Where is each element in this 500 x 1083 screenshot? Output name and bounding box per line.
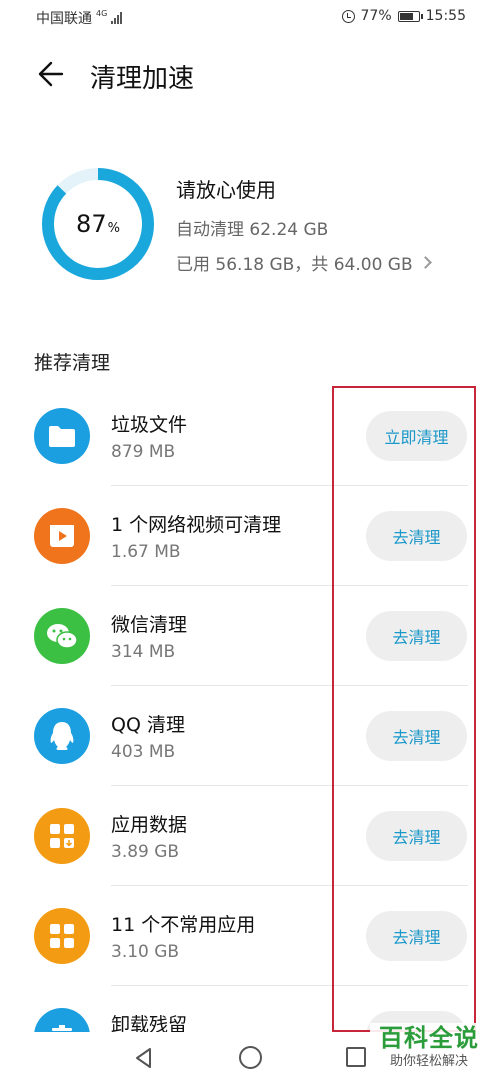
header: 清理加速 bbox=[0, 50, 500, 98]
clean-button[interactable]: 去清理 bbox=[366, 711, 467, 761]
item-size: 3.10 GB bbox=[111, 942, 180, 962]
triangle-back-icon bbox=[136, 1048, 151, 1068]
status-bar: 中国联通 4G 77% 15:55 bbox=[0, 0, 500, 34]
clean-button[interactable]: 去清理 bbox=[366, 811, 467, 861]
item-name: 11 个不常用应用 bbox=[111, 914, 256, 936]
clean-button[interactable]: 去清理 bbox=[366, 911, 467, 961]
arrow-left-icon bbox=[38, 61, 64, 87]
item-name: QQ 清理 bbox=[111, 714, 185, 736]
list-item[interactable]: 1 个网络视频可清理 1.67 MB 去清理 bbox=[0, 486, 500, 586]
list-item[interactable]: 垃圾文件 879 MB 立即清理 bbox=[0, 386, 500, 486]
battery-icon bbox=[397, 10, 423, 22]
carrier-name: 中国联通 bbox=[36, 11, 92, 27]
storage-summary: 87% 请放心使用 自动清理 62.24 GB 已用 56.18 GB，共 64… bbox=[40, 166, 480, 282]
watermark-sub: 助你轻松解决 bbox=[389, 1054, 468, 1069]
clean-button[interactable]: 去清理 bbox=[366, 511, 467, 561]
clean-button[interactable]: 去清理 bbox=[366, 611, 467, 661]
item-name: 1 个网络视频可清理 bbox=[111, 514, 282, 536]
storage-usage-link[interactable]: 已用 56.18 GB，共 64.00 GB bbox=[176, 250, 432, 275]
nav-recent-button[interactable] bbox=[346, 1047, 366, 1067]
ring-label: 87% bbox=[40, 166, 156, 282]
storage-percent: 87 bbox=[76, 210, 107, 238]
section-title: 推荐清理 bbox=[34, 352, 111, 374]
back-button[interactable] bbox=[30, 56, 70, 92]
auto-clean-text: 自动清理 62.24 GB bbox=[176, 220, 329, 240]
page-title: 清理加速 bbox=[90, 64, 195, 94]
nav-home-button[interactable] bbox=[239, 1046, 262, 1069]
network-type: 4G bbox=[96, 8, 108, 18]
list-item[interactable]: QQ 清理 403 MB 去清理 bbox=[0, 686, 500, 786]
folder-icon bbox=[34, 408, 90, 464]
status-right: 77% 15:55 bbox=[341, 8, 466, 24]
nav-back-button[interactable] bbox=[132, 1046, 156, 1070]
apps-grid-icon bbox=[34, 908, 90, 964]
item-name: 垃圾文件 bbox=[111, 414, 188, 436]
list-item[interactable]: 微信清理 314 MB 去清理 bbox=[0, 586, 500, 686]
battery-fill bbox=[399, 12, 413, 20]
storage-percent-unit: % bbox=[107, 220, 120, 236]
clock: 15:55 bbox=[425, 8, 466, 24]
item-size: 403 MB bbox=[111, 742, 176, 762]
watermark-main: 百科全说 bbox=[379, 1024, 479, 1052]
qq-icon bbox=[34, 708, 90, 764]
item-name: 微信清理 bbox=[111, 614, 188, 636]
list-item[interactable]: 11 个不常用应用 3.10 GB 去清理 bbox=[0, 886, 500, 986]
clean-button[interactable]: 立即清理 bbox=[366, 411, 467, 461]
storage-status: 请放心使用 bbox=[176, 178, 276, 202]
item-size: 3.89 GB bbox=[111, 842, 180, 862]
app-data-icon bbox=[34, 808, 90, 864]
storage-info: 请放心使用 自动清理 62.24 GB 已用 56.18 GB，共 64.00 … bbox=[176, 174, 432, 275]
wechat-icon bbox=[34, 608, 90, 664]
item-size: 1.67 MB bbox=[111, 542, 181, 562]
status-left: 中国联通 4G bbox=[36, 8, 123, 28]
chevron-right-icon bbox=[418, 256, 432, 269]
item-size: 314 MB bbox=[111, 642, 176, 662]
list-item[interactable]: 应用数据 3.89 GB 去清理 bbox=[0, 786, 500, 886]
battery-percent: 77% bbox=[360, 8, 392, 24]
signal-icon bbox=[111, 12, 123, 24]
storage-usage-text: 已用 56.18 GB，共 64.00 GB bbox=[176, 255, 413, 275]
watermark: 百科全说 助你轻松解决 bbox=[370, 1023, 488, 1075]
item-size: 879 MB bbox=[111, 442, 176, 462]
alarm-icon bbox=[341, 9, 355, 23]
video-icon bbox=[34, 508, 90, 564]
item-name: 应用数据 bbox=[111, 814, 188, 836]
